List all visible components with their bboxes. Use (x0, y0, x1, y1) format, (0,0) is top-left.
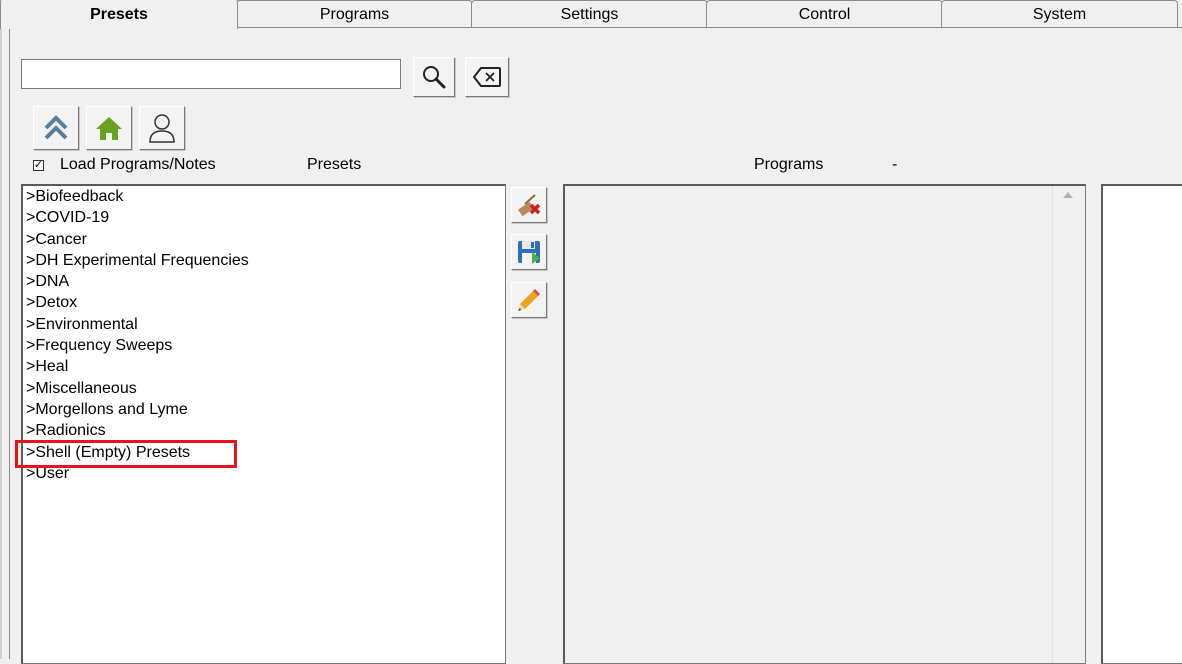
search-button[interactable] (413, 57, 455, 97)
presets-header: Presets (307, 156, 362, 173)
pencil-edit-icon (515, 286, 543, 314)
search-input[interactable] (21, 59, 401, 89)
list-item[interactable]: >Shell (Empty) Presets (23, 442, 505, 463)
magnifier-icon (421, 64, 447, 90)
list-item[interactable]: >Miscellaneous (23, 378, 505, 399)
delete-preset-button[interactable] (511, 187, 547, 223)
list-item[interactable]: >Heal (23, 356, 505, 377)
tab-system[interactable]: System (941, 0, 1178, 27)
tab-programs[interactable]: Programs (236, 0, 473, 27)
list-item[interactable]: >Environmental (23, 314, 505, 335)
user-icon (147, 112, 177, 144)
backspace-clear-icon (472, 66, 502, 88)
scroll-up-arrow-icon[interactable] (1063, 192, 1073, 198)
presets-list[interactable]: >Biofeedback >COVID-19 >Cancer >DH Experime… (21, 184, 506, 664)
up-level-button[interactable] (33, 106, 79, 150)
tab-settings[interactable]: Settings (471, 0, 708, 27)
list-item[interactable]: >Detox (23, 292, 505, 313)
tab-label: Control (798, 6, 851, 23)
tab-presets[interactable]: Presets (0, 0, 238, 29)
programs-header-suffix: - (892, 156, 898, 173)
clear-search-button[interactable] (465, 57, 509, 97)
user-button[interactable] (139, 106, 185, 150)
list-item[interactable]: >Frequency Sweeps (23, 335, 505, 356)
double-chevron-up-icon (41, 113, 71, 143)
window-edge (0, 28, 2, 659)
tab-strip: Presets Programs Settings Control System (0, 0, 1182, 29)
tab-label: Presets (90, 6, 148, 23)
list-item[interactable]: >Radionics (23, 420, 505, 441)
notes-panel[interactable] (1101, 184, 1182, 664)
load-programs-label: Load Programs/Notes (60, 156, 216, 173)
list-item[interactable]: >Morgellons and Lyme (23, 399, 505, 420)
home-button[interactable] (86, 106, 132, 150)
save-preset-button[interactable] (511, 234, 547, 270)
programs-list[interactable] (563, 184, 1086, 664)
list-item[interactable]: >User (23, 463, 505, 484)
tab-label: Programs (319, 6, 390, 23)
list-item[interactable]: >COVID-19 (23, 207, 505, 228)
load-programs-checkbox[interactable]: ✓ (33, 158, 44, 171)
panel-border (9, 28, 10, 659)
programs-scrollbar[interactable] (1052, 186, 1085, 663)
home-icon (94, 113, 124, 143)
check-glyph: ✓ (33, 158, 44, 171)
list-item[interactable]: >DH Experimental Frequencies (23, 250, 505, 271)
load-programs-row: ✓ Load Programs/Notes (33, 156, 216, 174)
programs-header: Programs (754, 156, 824, 173)
list-item[interactable]: >DNA (23, 271, 505, 292)
tab-control[interactable]: Control (706, 0, 943, 27)
tab-label: Settings (560, 6, 619, 23)
tab-label: System (1032, 6, 1087, 23)
save-disk-icon (515, 238, 543, 266)
list-item[interactable]: >Biofeedback (23, 186, 505, 207)
edit-preset-button[interactable] (511, 282, 547, 318)
list-item[interactable]: >Cancer (23, 229, 505, 250)
broom-delete-icon (515, 191, 543, 219)
